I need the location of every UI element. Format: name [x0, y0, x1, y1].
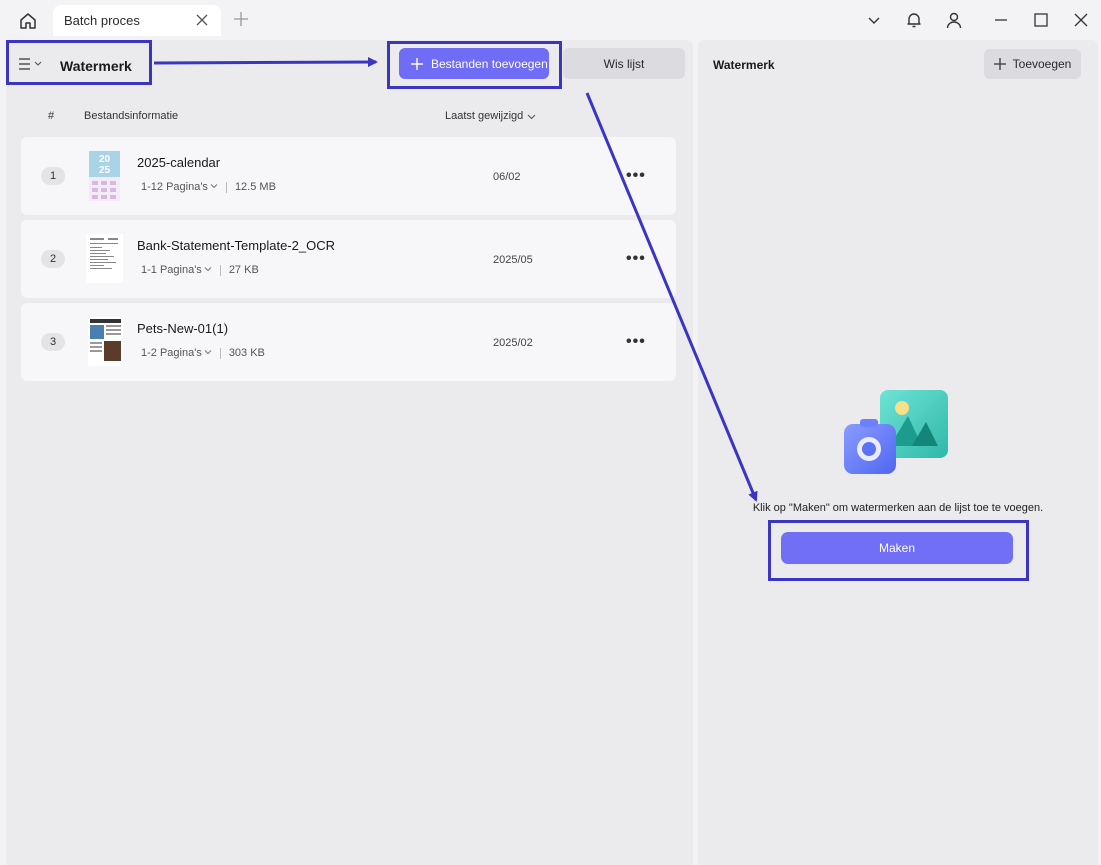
mode-title: Watermerk — [60, 58, 132, 74]
tab-batch-process[interactable]: Batch proces — [53, 5, 221, 36]
empty-state-text: Klik op "Maken" om watermerken aan de li… — [752, 502, 1044, 514]
page-range-select[interactable]: 1-12 Pagina's — [141, 181, 218, 193]
column-last-modified-label: Laatst gewijzigd — [445, 110, 524, 122]
column-number: # — [48, 110, 55, 122]
chevron-down-icon — [204, 350, 212, 355]
close-tab-icon[interactable] — [195, 13, 209, 27]
file-thumbnail — [88, 317, 123, 366]
file-date: 2025/05 — [493, 254, 533, 266]
meta-divider — [219, 347, 221, 359]
user-icon[interactable] — [944, 10, 964, 30]
column-file-info: Bestandsinformatie — [84, 110, 179, 122]
menu-icon[interactable] — [18, 57, 44, 76]
meta-divider — [225, 181, 227, 193]
chevron-down-icon — [204, 267, 212, 272]
close-window-icon[interactable] — [1071, 10, 1091, 30]
plus-icon — [993, 58, 1006, 70]
add-watermark-button[interactable]: Toevoegen — [984, 49, 1081, 79]
more-options-icon[interactable]: ••• — [626, 167, 646, 185]
clear-list-button[interactable]: Wis lijst — [563, 48, 685, 79]
chevron-down-icon — [527, 114, 536, 119]
bell-icon[interactable] — [904, 10, 924, 30]
row-number: 3 — [41, 333, 65, 351]
plus-icon — [411, 57, 423, 70]
tab-title: Batch proces — [64, 13, 140, 28]
title-bar: Batch proces — [0, 0, 1101, 40]
file-row[interactable]: 3 Pets-New-01(1) 1-2 Pagina's 303 KB 202… — [21, 303, 676, 381]
make-button[interactable]: Maken — [781, 532, 1013, 564]
more-options-icon[interactable]: ••• — [626, 250, 646, 268]
new-tab-icon[interactable] — [233, 11, 249, 27]
svg-text:25: 25 — [99, 165, 111, 176]
file-size: 303 KB — [228, 347, 265, 359]
file-row[interactable]: 2 Bank-Statement-Template-2_OCR 1-1 Pagi… — [21, 220, 676, 298]
page-range: 1-12 Pagina's — [141, 181, 208, 193]
svg-text:20: 20 — [99, 154, 111, 165]
file-name: Pets-New-01(1) — [137, 321, 229, 336]
chevron-down-icon[interactable] — [864, 10, 884, 30]
minimize-icon[interactable] — [991, 10, 1011, 30]
file-thumbnail: 20 25 — [89, 151, 120, 201]
watermark-panel: Watermerk Toevoegen Klik op "Maken" om w… — [698, 40, 1098, 865]
file-row[interactable]: 1 20 25 2025-calendar 1-12 Pagina's 12.5… — [21, 137, 676, 215]
file-meta: 1-2 Pagina's 303 KB — [141, 347, 265, 359]
panel-title: Watermerk — [713, 58, 775, 72]
add-files-button[interactable]: Bestanden toevoegen — [399, 48, 549, 79]
more-options-icon[interactable]: ••• — [626, 333, 646, 351]
image-placeholder-icon — [842, 388, 952, 478]
page-range-select[interactable]: 1-1 Pagina's — [141, 264, 212, 276]
page-range-select[interactable]: 1-2 Pagina's — [141, 347, 212, 359]
chevron-down-icon — [210, 184, 218, 189]
column-last-modified[interactable]: Laatst gewijzigd — [445, 110, 536, 122]
file-size: 12.5 MB — [234, 181, 276, 193]
file-thumbnail — [86, 234, 123, 283]
add-files-label: Bestanden toevoegen — [431, 56, 548, 71]
home-icon[interactable] — [16, 9, 40, 33]
file-list-panel: Watermerk Bestanden toevoegen Wis lijst … — [6, 40, 693, 865]
mode-selector[interactable]: Watermerk — [6, 40, 152, 85]
file-meta: 1-12 Pagina's 12.5 MB — [141, 181, 276, 193]
row-number: 2 — [41, 250, 65, 268]
page-range: 1-1 Pagina's — [141, 264, 202, 276]
file-meta: 1-1 Pagina's 27 KB — [141, 264, 259, 276]
file-name: 2025-calendar — [137, 155, 221, 170]
maximize-icon[interactable] — [1031, 10, 1051, 30]
row-number: 1 — [41, 167, 65, 185]
page-range: 1-2 Pagina's — [141, 347, 202, 359]
add-watermark-label: Toevoegen — [1012, 57, 1072, 71]
file-date: 06/02 — [493, 171, 521, 183]
file-name: Bank-Statement-Template-2_OCR — [137, 238, 335, 253]
meta-divider — [219, 264, 221, 276]
file-size: 27 KB — [228, 264, 259, 276]
file-date: 2025/02 — [493, 337, 533, 349]
